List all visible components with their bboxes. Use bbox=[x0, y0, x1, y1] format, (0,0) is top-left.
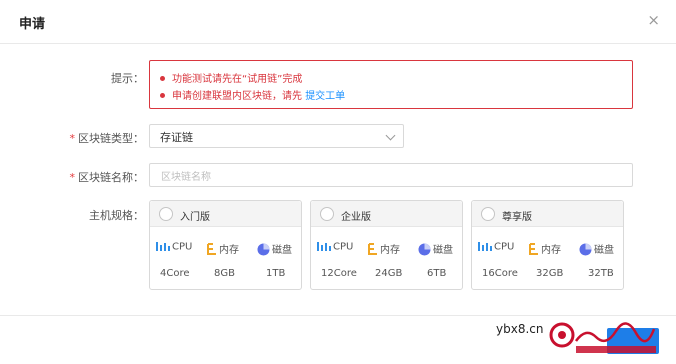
close-icon[interactable]: × bbox=[647, 13, 660, 28]
cpu-spec: CPU bbox=[156, 241, 192, 253]
tip-line-1-text: 功能测试请先在“试用链”完成 bbox=[172, 74, 303, 85]
memory-spec: 内存 bbox=[529, 241, 561, 256]
cpu-chart-icon bbox=[156, 242, 170, 251]
disk-value: 32TB bbox=[588, 268, 614, 279]
disk-label: 磁盘 bbox=[594, 245, 614, 256]
tip-label: 提示： bbox=[111, 72, 144, 85]
memory-value: 8GB bbox=[214, 268, 235, 279]
cpu-label: CPU bbox=[172, 241, 193, 253]
spec-card[interactable]: 尊享版 CPU 内存 磁盘 16Core 32GB 32TB bbox=[471, 200, 624, 290]
memory-spec: 内存 bbox=[207, 241, 239, 256]
disk-spec: 磁盘 bbox=[418, 241, 453, 257]
dialog-title: 申请 bbox=[19, 17, 46, 32]
disk-label: 磁盘 bbox=[433, 245, 453, 256]
cpu-spec: CPU bbox=[317, 241, 353, 253]
dialog-header: 申请 × bbox=[0, 0, 676, 44]
memory-icon bbox=[207, 243, 216, 255]
disk-pie-icon bbox=[418, 243, 431, 255]
cpu-chart-icon bbox=[317, 242, 331, 251]
radio-button[interactable] bbox=[320, 207, 334, 221]
tip-line-1: 功能测试请先在“试用链”完成 bbox=[160, 70, 302, 85]
disk-spec: 磁盘 bbox=[579, 241, 614, 257]
disk-pie-icon bbox=[579, 243, 592, 255]
watermark-text: ybx8.cn bbox=[496, 322, 544, 336]
disk-value: 1TB bbox=[266, 268, 286, 279]
chain-name-label-text: 区块链名称： bbox=[78, 171, 144, 184]
memory-label: 内存 bbox=[380, 245, 400, 256]
chain-name-placeholder: 区块链名称 bbox=[161, 172, 211, 183]
apply-dialog: 申请 × 提示： 功能测试请先在“试用链”完成 申请创建联盟内区块链，请先 提交… bbox=[0, 0, 676, 364]
memory-label: 内存 bbox=[541, 245, 561, 256]
cpu-value: 16Core bbox=[482, 268, 518, 279]
chain-name-input[interactable]: 区块链名称 bbox=[149, 163, 633, 187]
host-spec-label: 主机规格： bbox=[89, 209, 144, 222]
chain-type-label: * 区块链类型： bbox=[70, 130, 145, 146]
disk-value: 6TB bbox=[427, 268, 447, 279]
cpu-label: CPU bbox=[494, 241, 515, 253]
bullet-icon bbox=[160, 92, 165, 98]
memory-icon bbox=[368, 243, 377, 255]
submit-ticket-link[interactable]: 提交工单 bbox=[305, 91, 345, 102]
spec-card[interactable]: 入门版 CPU 内存 磁盘 4Core 8GB 1TB bbox=[149, 200, 302, 290]
chain-type-value: 存证链 bbox=[160, 131, 193, 144]
tip-alert: 功能测试请先在“试用链”完成 申请创建联盟内区块链，请先 提交工单 bbox=[149, 60, 633, 109]
radio-button[interactable] bbox=[159, 207, 173, 221]
cpu-chart-icon bbox=[478, 242, 492, 251]
disk-label: 磁盘 bbox=[272, 245, 292, 256]
cpu-value: 4Core bbox=[160, 268, 190, 279]
memory-label: 内存 bbox=[219, 245, 239, 256]
disk-pie-icon bbox=[257, 243, 270, 255]
chain-type-label-text: 区块链类型： bbox=[78, 132, 144, 145]
memory-value: 32GB bbox=[536, 268, 564, 279]
watermark-logo-icon bbox=[549, 322, 656, 353]
radio-button[interactable] bbox=[481, 207, 495, 221]
disk-spec: 磁盘 bbox=[257, 241, 292, 257]
spec-card-name: 入门版 bbox=[180, 212, 210, 223]
tip-line-2-text: 申请创建联盟内区块链，请先 bbox=[172, 91, 302, 102]
chain-type-select[interactable]: 存证链 bbox=[149, 124, 404, 148]
required-mark: * bbox=[69, 171, 76, 184]
required-mark: * bbox=[69, 132, 76, 145]
spec-card-name: 尊享版 bbox=[502, 212, 532, 223]
memory-icon bbox=[529, 243, 538, 255]
memory-value: 24GB bbox=[375, 268, 403, 279]
cpu-label: CPU bbox=[333, 241, 354, 253]
spec-card[interactable]: 企业版 CPU 内存 磁盘 12Core 24GB 6TB bbox=[310, 200, 463, 290]
chevron-down-icon bbox=[385, 130, 396, 141]
spec-card-header: 入门版 bbox=[150, 201, 301, 227]
spec-card-header: 企业版 bbox=[311, 201, 462, 227]
chain-name-label: * 区块链名称： bbox=[70, 169, 145, 185]
cpu-spec: CPU bbox=[478, 241, 514, 253]
memory-spec: 内存 bbox=[368, 241, 400, 256]
tip-line-2: 申请创建联盟内区块链，请先 提交工单 bbox=[160, 87, 345, 102]
cpu-value: 12Core bbox=[321, 268, 357, 279]
bullet-icon bbox=[160, 75, 165, 81]
spec-card-name: 企业版 bbox=[341, 212, 371, 223]
spec-card-header: 尊享版 bbox=[472, 201, 623, 227]
